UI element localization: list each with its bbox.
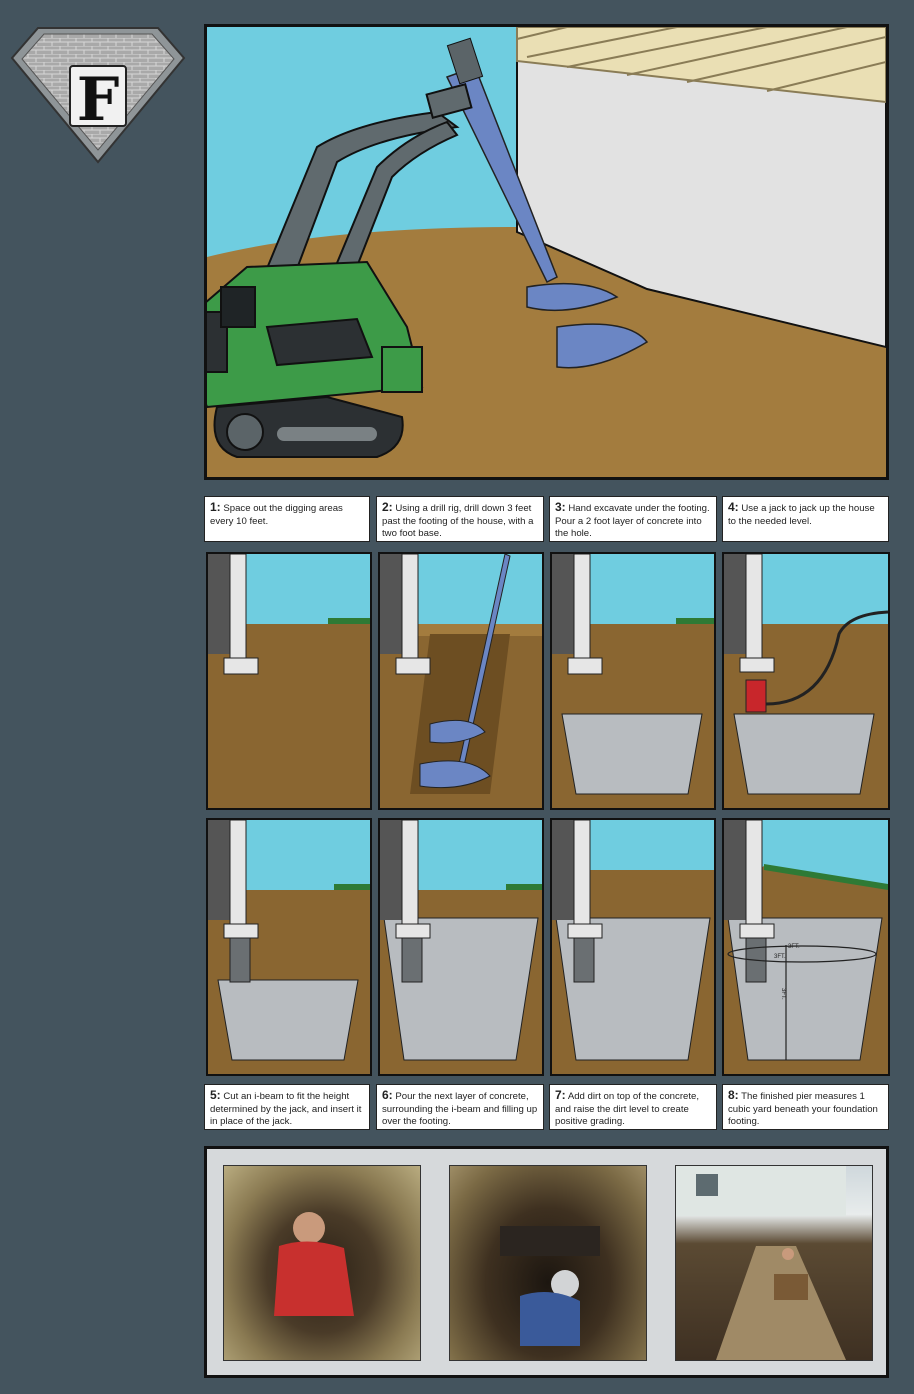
step-1-caption: 1: Space out the digging areas every 10 … <box>204 496 370 542</box>
step-6-caption: 6: Pour the next layer of concrete, surr… <box>376 1084 544 1130</box>
dimension-depth-label: 3FT. <box>774 954 786 960</box>
photo-worker-under-footing <box>449 1165 647 1361</box>
photo-worker-in-hole <box>223 1165 421 1361</box>
i-beam <box>229 937 251 983</box>
step-3-panel <box>550 552 716 810</box>
dimension-height-label: 3FT. <box>780 988 786 1000</box>
step-4-panel <box>722 552 890 810</box>
step-8-caption: 8: The finished pier measures 1 cubic ya… <box>722 1084 889 1130</box>
step-5-caption: 5: Cut an i-beam to fit the height deter… <box>204 1084 370 1130</box>
step-7-caption: 7: Add dirt on top of the concrete, and … <box>549 1084 717 1130</box>
step-4-caption: 4: Use a jack to jack up the house to th… <box>722 496 889 542</box>
dimension-width-label: 3FT. <box>788 944 800 950</box>
step-1-panel <box>206 552 372 810</box>
logo-letter: F <box>77 65 120 135</box>
step-7-panel <box>550 818 716 1076</box>
step-8-panel: 3FT. 3FT. 3FT. <box>722 818 890 1076</box>
step-6-panel <box>378 818 544 1076</box>
company-logo: F <box>10 27 186 164</box>
step-3-caption: 3: Hand excavate under the footing. Pour… <box>549 496 717 542</box>
step-5-panel <box>206 818 372 1076</box>
photo-strip <box>204 1146 889 1378</box>
hydraulic-jack <box>745 679 767 713</box>
photo-excavation-site <box>675 1165 873 1361</box>
step-2-panel <box>378 552 544 810</box>
step-2-caption: 2: Using a drill rig, drill down 3 feet … <box>376 496 544 542</box>
drill-rig-illustration <box>204 24 889 480</box>
